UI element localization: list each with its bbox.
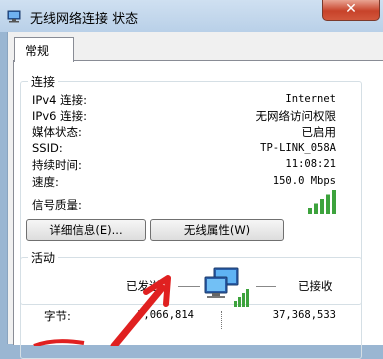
tab-general-label: 常规 xyxy=(25,44,50,58)
window-title: 无线网络连接 状态 xyxy=(30,12,139,27)
close-button[interactable]: ✕ xyxy=(322,0,380,21)
tab-general[interactable]: 常规 xyxy=(14,37,74,62)
network-icon xyxy=(7,10,21,23)
speed-label: 速度: xyxy=(32,175,59,189)
signal-strength-icon xyxy=(308,190,336,214)
close-icon: ✕ xyxy=(345,1,357,17)
signal-quality-label: 信号质量: xyxy=(32,198,82,212)
details-button[interactable]: 详细信息(E)... xyxy=(26,219,146,241)
signal-bar xyxy=(308,208,312,214)
tab-panel: 连接 IPv4 连接: Internet IPv6 连接: 无网络访问权限 媒体… xyxy=(13,60,383,359)
ssid-value: TP-LINK_058A xyxy=(260,142,336,154)
connection-group-label: 连接 xyxy=(28,73,59,90)
media-status-label: 媒体状态: xyxy=(32,125,82,139)
duration-label: 持续时间: xyxy=(32,158,82,172)
ipv6-label: IPv6 连接: xyxy=(32,109,87,123)
received-line xyxy=(256,286,276,287)
annotation-arrow xyxy=(33,275,171,346)
ssid-label: SSID: xyxy=(32,141,63,155)
received-label: 已接收 xyxy=(298,279,333,293)
signal-bar xyxy=(314,203,318,214)
ipv4-value: Internet xyxy=(285,93,336,105)
wireless-properties-button[interactable]: 无线属性(W) xyxy=(150,219,284,241)
title-bar[interactable]: 无线网络连接 状态 ✕ xyxy=(0,0,383,32)
media-status-value: 已启用 xyxy=(301,125,337,139)
signal-bar xyxy=(326,194,330,214)
speed-value: 150.0 Mbps xyxy=(272,175,336,187)
ipv4-label: IPv4 连接: xyxy=(32,93,87,107)
signal-bar xyxy=(332,190,336,214)
signal-bar xyxy=(320,199,324,214)
ipv6-value: 无网络访问权限 xyxy=(255,109,337,123)
duration-value: 11:08:21 xyxy=(285,158,336,170)
